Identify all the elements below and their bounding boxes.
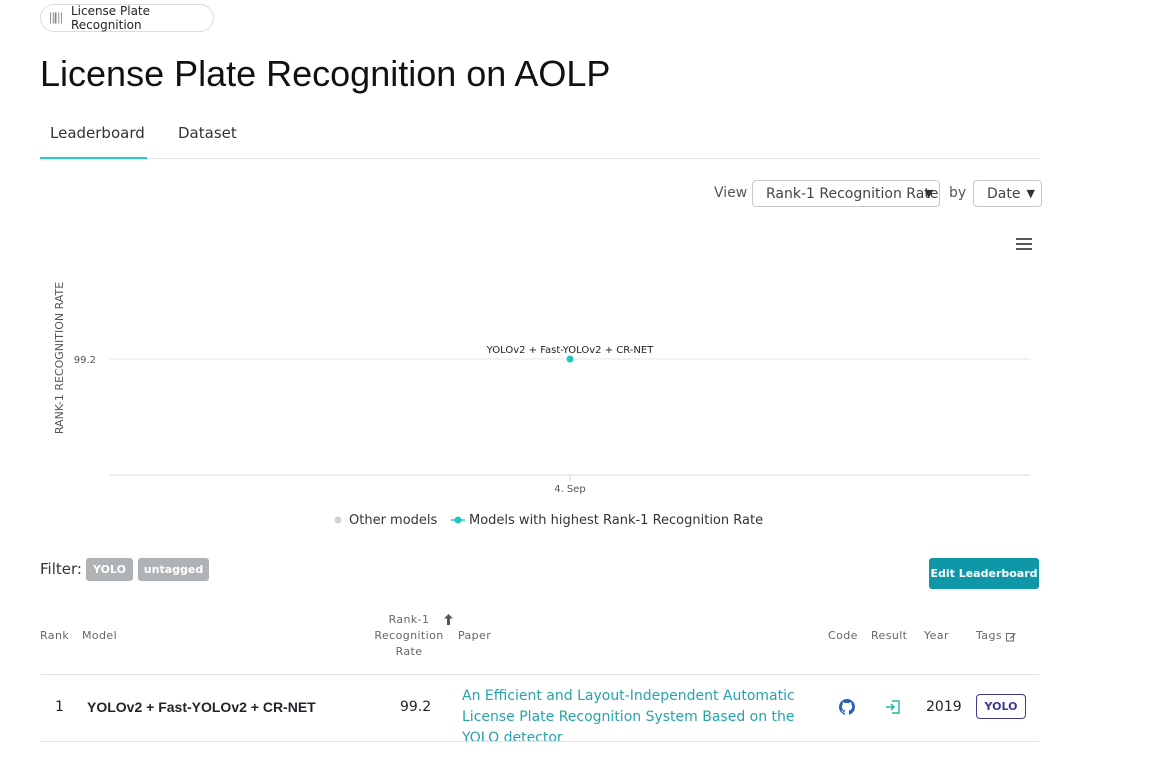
chevron-down-icon: ▼ <box>1026 187 1035 200</box>
cell-tag-badge[interactable]: YOLO <box>976 694 1026 719</box>
legend-item-highest: Models with highest Rank‑1 Recognition R… <box>469 513 763 528</box>
metric-header-line: Recognition <box>374 629 444 642</box>
column-header-result: Result <box>871 629 908 642</box>
edit-tags-icon[interactable] <box>1006 632 1016 642</box>
column-header-metric[interactable]: Rank-1 Recognition Rate <box>372 612 446 660</box>
barcode-icon <box>50 12 63 24</box>
view-label: View <box>714 185 748 201</box>
x-ticks: 4. Sep <box>554 475 586 495</box>
tab-leaderboard[interactable]: Leaderboard <box>50 124 145 142</box>
metric-header-line: Rank-1 <box>388 613 430 626</box>
column-header-tags: Tags <box>976 629 1002 642</box>
cell-paper-link[interactable]: An Efficient and Layout-Independent Auto… <box>462 686 812 749</box>
axis-select[interactable]: Date ▼ <box>973 180 1042 207</box>
tab-dataset[interactable]: Dataset <box>178 124 237 142</box>
legend: Other models Models with highest Rank‑1 … <box>334 513 763 528</box>
column-header-model[interactable]: Model <box>82 628 117 644</box>
table-header-divider <box>40 674 1039 675</box>
chevron-down-icon: ▼ <box>924 187 933 200</box>
legend-item-other: Other models <box>349 513 438 528</box>
filter-label: Filter: <box>40 560 82 578</box>
axis-select-value: Date <box>987 185 1021 202</box>
active-tab-indicator <box>40 157 147 159</box>
data-point[interactable] <box>566 355 574 363</box>
cell-model[interactable]: YOLOv2 + Fast-YOLOv2 + CR-NET <box>87 699 316 715</box>
filter-tag-yolo[interactable]: YOLO <box>86 558 133 581</box>
edit-leaderboard-button[interactable]: Edit Leaderboard <box>929 558 1039 589</box>
data-point-label: YOLOv2 + Fast-YOLOv2 + CR-NET <box>486 345 655 356</box>
legend-marker-highest <box>454 516 462 524</box>
column-header-rank[interactable]: Rank <box>40 628 69 644</box>
tab-bar: Leaderboard Dataset <box>40 118 1039 159</box>
sort-arrow-up-icon[interactable] <box>444 614 453 625</box>
metric-header-line: Rate <box>395 645 423 658</box>
chart: RANK-1 RECOGNITION RATE 99.2 4. Sep YOLO… <box>53 282 1030 528</box>
page-title: License Plate Recognition on AOLP <box>40 53 611 94</box>
table-row-divider <box>40 741 1039 742</box>
y-tick-label: 99.2 <box>74 355 96 366</box>
filter-tag-untagged[interactable]: untagged <box>138 558 209 581</box>
x-tick-label: 4. Sep <box>554 484 586 495</box>
breadcrumb-task[interactable]: License Plate Recognition <box>40 4 214 32</box>
by-label: by <box>949 185 967 201</box>
cell-metric: 99.2 <box>400 699 432 715</box>
grid: 99.2 <box>74 355 1030 366</box>
y-axis-label: RANK-1 RECOGNITION RATE <box>53 282 66 434</box>
github-icon[interactable] <box>839 699 855 715</box>
column-header-year[interactable]: Year <box>924 628 949 644</box>
cell-rank: 1 <box>55 699 64 715</box>
legend-marker-other <box>334 516 342 524</box>
chart-menu-icon[interactable] <box>1016 238 1032 252</box>
result-link-icon[interactable] <box>885 700 901 714</box>
data-points: YOLOv2 + Fast-YOLOv2 + CR-NET <box>486 345 655 363</box>
metric-select[interactable]: Rank-1 Recognition Rate ▼ <box>752 180 940 207</box>
column-header-code: Code <box>828 629 858 642</box>
column-header-paper: Paper <box>458 629 492 642</box>
cell-year: 2019 <box>926 699 962 715</box>
breadcrumb-label: License Plate Recognition <box>70 4 151 32</box>
metric-select-value: Rank-1 Recognition Rate <box>766 185 939 202</box>
